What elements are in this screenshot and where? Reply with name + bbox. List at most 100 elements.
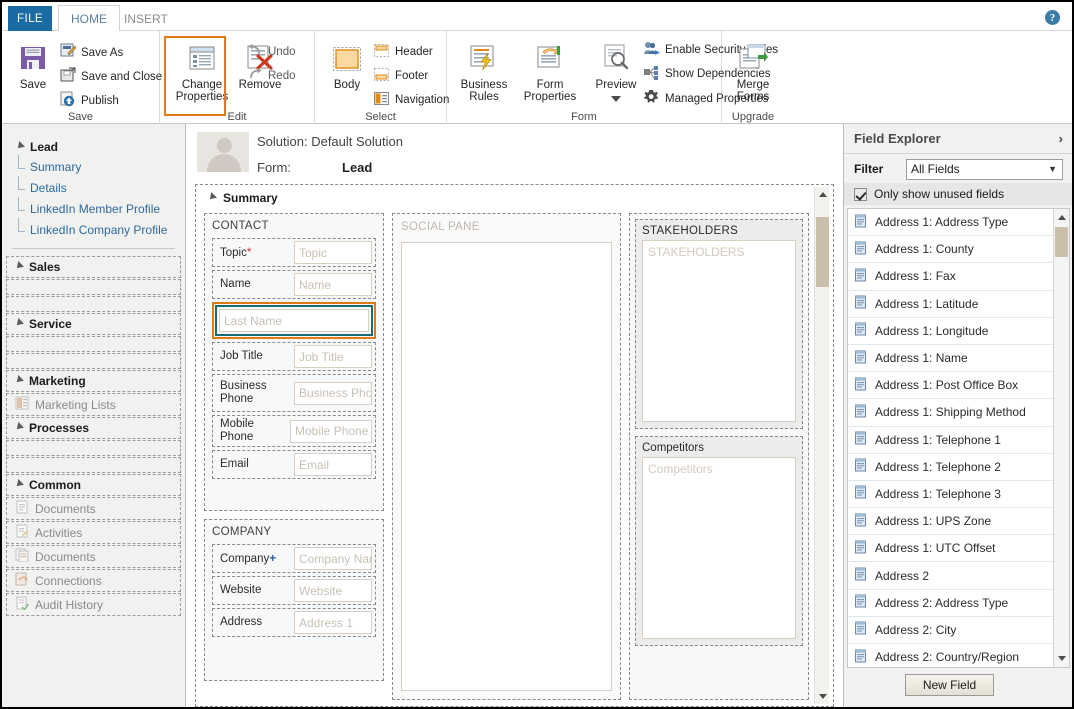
sidebar-dropzone-processes[interactable]	[6, 440, 181, 456]
field-row-job-title[interactable]: Job Title Job Title	[212, 342, 376, 371]
field-explorer-row[interactable]: Address 2: Country/Region	[848, 644, 1069, 667]
sidebar-item-linkedin-member-profile[interactable]: LinkedIn Member Profile	[2, 197, 185, 220]
field-row-company[interactable]: Company+ Company Name	[212, 544, 376, 573]
business-rules-button[interactable]: Business Rules	[453, 43, 515, 103]
form-column-2[interactable]: SOCIAL PANE	[392, 213, 621, 700]
sidebar-item-audit-history[interactable]: Audit History	[6, 593, 181, 616]
new-field-button[interactable]: New Field	[905, 674, 994, 696]
publish-button[interactable]: Publish	[60, 91, 119, 110]
sidebar-dropzone-sales[interactable]	[6, 279, 181, 295]
field-explorer-row[interactable]: Address 1: UPS Zone	[848, 508, 1069, 536]
scroll-down-arrow-icon[interactable]	[815, 689, 830, 704]
sidebar-dropzone-processes-2[interactable]	[6, 457, 181, 473]
footer-button[interactable]: Footer	[373, 67, 428, 85]
section-competitors[interactable]: Competitors Competitors	[635, 436, 803, 646]
field-explorer-row[interactable]: Address 2: City	[848, 617, 1069, 644]
save-button[interactable]: Save	[10, 43, 56, 91]
merge-forms-button[interactable]: Merge Forms	[726, 43, 780, 103]
field-explorer-row[interactable]: Address 1: Telephone 2	[848, 454, 1069, 481]
field-input-name[interactable]: Name	[294, 273, 372, 296]
only-unused-fields-checkbox[interactable]	[854, 187, 867, 201]
sidebar-dropzone-sales-2[interactable]	[6, 296, 181, 312]
field-explorer-row[interactable]: Address 1: County	[848, 236, 1069, 264]
change-properties-button[interactable]: Change Properties	[169, 43, 235, 103]
sidebar-dropzone-service-2[interactable]	[6, 353, 181, 369]
field-explorer-row[interactable]: Address 1: Telephone 3	[848, 481, 1069, 509]
field-input-job-title[interactable]: Job Title	[294, 345, 372, 368]
stakeholders-subgrid[interactable]: STAKEHOLDERS	[642, 240, 796, 422]
sidebar-section-service[interactable]: Service	[6, 313, 181, 335]
field-row-last-name-selected[interactable]: Last Name	[212, 302, 376, 339]
field-explorer-row[interactable]: Address 1: Latitude	[848, 291, 1069, 318]
only-unused-fields-row[interactable]: Only show unused fields	[844, 183, 1072, 205]
preview-chevron-down-icon[interactable]	[611, 93, 621, 105]
field-explorer-list[interactable]: Address 1: Address Type Address 1: County…	[847, 208, 1070, 668]
sidebar-item-linkedin-company-profile[interactable]: LinkedIn Company Profile	[2, 218, 185, 241]
form-tab-summary[interactable]: Summary	[196, 185, 833, 211]
sidebar-section-sales[interactable]: Sales	[6, 256, 181, 278]
field-explorer-row[interactable]: Address 1: Shipping Method	[848, 399, 1069, 427]
body-button[interactable]: Body	[325, 45, 369, 91]
field-row-name[interactable]: Name Name	[212, 270, 376, 299]
tab-insert[interactable]: INSERT	[112, 6, 180, 31]
sidebar-section-common[interactable]: Common	[6, 474, 181, 496]
section-company[interactable]: COMPANY Company+ Company Name Website We…	[204, 519, 384, 681]
field-explorer-row[interactable]: Address 1: UTC Offset	[848, 535, 1069, 563]
field-explorer-scrollbar[interactable]	[1053, 209, 1069, 667]
field-explorer-row[interactable]: Address 1: Address Type	[848, 209, 1069, 237]
field-row-email[interactable]: Email Email	[212, 450, 376, 479]
save-and-close-button[interactable]: Save and Close	[60, 67, 162, 86]
field-input-topic[interactable]: Topic	[294, 241, 372, 264]
field-explorer-row[interactable]: Address 1: Telephone 1	[848, 427, 1069, 454]
field-explorer-scrollbar-thumb[interactable]	[1055, 227, 1068, 257]
field-explorer-row[interactable]: Address 2	[848, 562, 1069, 590]
section-contact[interactable]: CONTACT Topic* Topic Name Name Last Name…	[204, 213, 384, 511]
redo-button[interactable]: Redo	[247, 67, 296, 84]
form-canvas-scrollbar[interactable]	[814, 187, 829, 704]
sidebar-item-marketing-lists[interactable]: Marketing Lists	[6, 393, 181, 416]
field-explorer-row[interactable]: Address 1: Longitude	[848, 318, 1069, 345]
field-explorer-row[interactable]: Address 2: Address Type	[848, 590, 1069, 617]
scroll-up-arrow-icon[interactable]	[1054, 210, 1069, 225]
collapse-panel-chevron-icon[interactable]: ›	[1059, 131, 1063, 146]
sidebar-section-marketing[interactable]: Marketing	[6, 370, 181, 392]
sidebar-item-summary[interactable]: Summary	[2, 155, 185, 178]
save-as-button[interactable]: Save As	[60, 43, 123, 62]
tab-file[interactable]: FILE	[8, 6, 52, 31]
sidebar-item-connections[interactable]: Connections	[6, 569, 181, 592]
sidebar-dropzone-service[interactable]	[6, 336, 181, 352]
field-row-business-phone[interactable]: Business Phone Business Phone	[212, 374, 376, 412]
header-button[interactable]: Header	[373, 43, 433, 61]
sidebar-item-documents-2[interactable]: Documents	[6, 545, 181, 568]
sidebar-item-documents[interactable]: Documents	[6, 497, 181, 520]
field-row-mobile-phone[interactable]: Mobile Phone Mobile Phone	[212, 415, 376, 447]
field-input-website[interactable]: Website	[294, 579, 372, 602]
filter-select[interactable]: All Fields ▼	[906, 158, 1063, 180]
field-explorer-row[interactable]: Address 1: Fax	[848, 263, 1069, 291]
social-pane-placeholder[interactable]	[401, 242, 612, 691]
field-input-mobile-phone[interactable]: Mobile Phone	[290, 419, 372, 443]
field-input-email[interactable]: Email	[294, 453, 372, 476]
sidebar-item-details[interactable]: Details	[2, 176, 185, 199]
field-explorer-row[interactable]: Address 1: Name	[848, 345, 1069, 373]
form-properties-button[interactable]: Form Properties	[517, 43, 583, 103]
field-row-website[interactable]: Website Website	[212, 576, 376, 605]
section-stakeholders[interactable]: STAKEHOLDERS STAKEHOLDERS	[635, 219, 803, 429]
competitors-subgrid[interactable]: Competitors	[642, 457, 796, 639]
sidebar-section-processes[interactable]: Processes	[6, 417, 181, 439]
field-explorer-row[interactable]: Address 1: Post Office Box	[848, 372, 1069, 400]
scroll-up-arrow-icon[interactable]	[815, 187, 830, 202]
sidebar-item-activities[interactable]: Activities	[6, 521, 181, 544]
field-input-company[interactable]: Company Name	[294, 547, 372, 570]
field-row-address[interactable]: Address Address 1	[212, 608, 376, 637]
field-input-last-name[interactable]: Last Name	[219, 309, 369, 332]
tab-home[interactable]: HOME	[58, 5, 120, 32]
help-icon[interactable]: ?	[1045, 10, 1060, 25]
field-input-business-phone[interactable]: Business Phone	[294, 381, 372, 405]
field-row-topic[interactable]: Topic* Topic	[212, 238, 376, 267]
preview-button[interactable]: Preview	[587, 43, 645, 108]
form-canvas-scrollbar-thumb[interactable]	[816, 217, 829, 287]
scroll-down-arrow-icon[interactable]	[1054, 651, 1069, 666]
navigation-button[interactable]: Navigation	[373, 91, 449, 109]
sidebar-section-lead[interactable]: Lead	[2, 138, 185, 157]
